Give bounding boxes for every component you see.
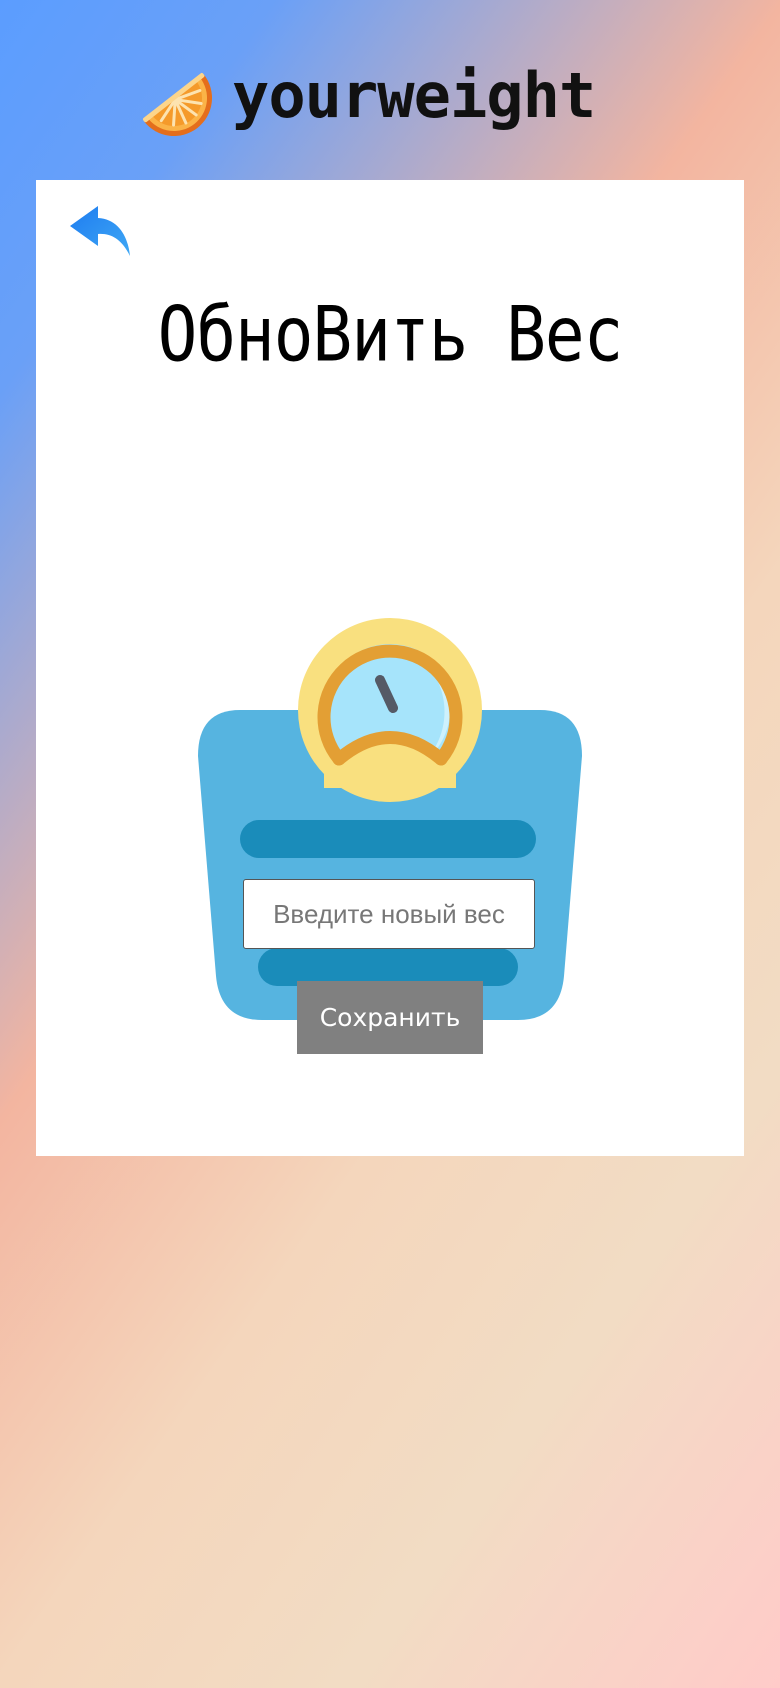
orange-slice-icon	[143, 73, 212, 136]
save-button[interactable]: Сохранить	[297, 981, 483, 1054]
page-title: ОбноВить Вес	[157, 290, 624, 379]
new-weight-input[interactable]	[243, 879, 535, 949]
update-weight-card: ОбноВить Вес Сохранить	[36, 180, 744, 1156]
back-arrow-icon[interactable]	[68, 202, 134, 258]
app-header: yourweight	[0, 0, 780, 180]
brand-name: yourweight	[232, 59, 596, 132]
